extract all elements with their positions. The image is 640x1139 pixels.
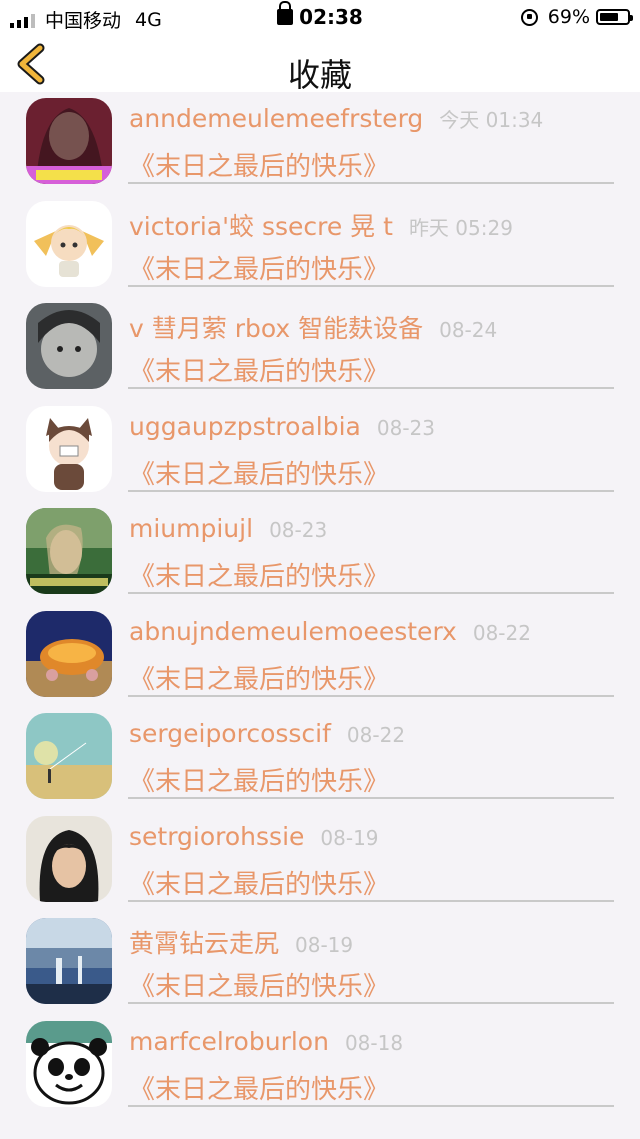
timestamp: 08-19 <box>295 933 354 957</box>
favorite-row[interactable]: abnujndemeulemoeesterx 08-22 《末日之最后的快乐》 <box>0 605 640 708</box>
nav-bar: 收藏 <box>0 36 640 94</box>
avatar[interactable] <box>26 610 112 697</box>
timestamp: 08-24 <box>439 318 498 342</box>
avatar[interactable] <box>26 815 112 902</box>
favorite-row[interactable]: marfcelroburlon 08-18 《末日之最后的快乐》 <box>0 1015 640 1118</box>
favorite-row[interactable]: anndemeulemeefrsterg 今天 01:34 《末日之最后的快乐》 <box>0 92 640 195</box>
divider <box>128 489 614 492</box>
story-title[interactable]: 《末日之最后的快乐》 <box>129 556 389 593</box>
status-bar: 中国移动 4G 02:38 69% <box>0 0 640 36</box>
timestamp: 08-22 <box>346 723 406 747</box>
row-header: anndemeulemeefrsterg 今天 01:34 <box>129 104 543 133</box>
divider <box>128 1104 614 1107</box>
avatar[interactable] <box>26 713 112 799</box>
story-title[interactable]: 《末日之最后的快乐》 <box>129 1069 389 1106</box>
lock-icon <box>277 1 294 25</box>
favorite-row[interactable]: v 彗月萦 rbox 智能麸设备 08-24 《末日之最后的快乐》 <box>0 297 640 400</box>
divider <box>128 899 614 902</box>
story-title[interactable]: 《末日之最后的快乐》 <box>129 659 389 696</box>
favorite-row[interactable]: victoria'蛟 ssecre 晃 t 昨天 05:29 《末日之最后的快乐》 <box>0 195 640 298</box>
avatar[interactable] <box>26 1020 112 1107</box>
avatar[interactable] <box>26 98 112 184</box>
battery-percent: 69% <box>547 6 590 28</box>
user-name: v 彗月萦 rbox 智能麸设备 <box>129 314 424 343</box>
user-name: miumpiujl <box>129 514 254 543</box>
timestamp: 08-18 <box>344 1030 404 1055</box>
clock-label: 02:38 <box>299 5 363 29</box>
row-header: miumpiujl 08-23 <box>129 514 327 543</box>
timestamp: 08-23 <box>269 518 328 542</box>
divider <box>128 182 614 184</box>
user-name: anndemeulemeefrsterg <box>129 104 424 133</box>
divider <box>128 694 614 697</box>
row-header: abnujndemeulemoeesterx 08-22 <box>129 617 531 646</box>
timestamp: 08-23 <box>376 415 435 440</box>
row-header: v 彗月萦 rbox 智能麸设备 08-24 <box>129 309 497 345</box>
divider <box>128 592 614 594</box>
row-header: uggaupzpstroalbia 08-23 <box>129 412 435 441</box>
row-header: setrgiorohssie 08-19 <box>129 822 379 851</box>
divider <box>128 797 614 799</box>
favorite-row[interactable]: sergeiporcosscif 08-22 《末日之最后的快乐》 <box>0 707 640 810</box>
row-header: marfcelroburlon 08-18 <box>129 1027 403 1056</box>
avatar[interactable] <box>26 918 112 1004</box>
avatar[interactable] <box>26 508 112 594</box>
row-header: victoria'蛟 ssecre 晃 t 昨天 05:29 <box>129 207 513 243</box>
story-title[interactable]: 《末日之最后的快乐》 <box>129 351 389 388</box>
story-title[interactable]: 《末日之最后的快乐》 <box>129 761 389 798</box>
user-name: marfcelroburlon <box>129 1026 329 1056</box>
story-title[interactable]: 《末日之最后的快乐》 <box>129 864 389 901</box>
favorite-row[interactable]: miumpiujl 08-23 《末日之最后的快乐》 <box>0 502 640 605</box>
status-right: 69% <box>520 6 633 28</box>
timestamp: 昨天 05:29 <box>408 215 513 240</box>
row-header: sergeiporcosscif 08-22 <box>129 719 405 748</box>
divider <box>128 284 614 287</box>
user-name: abnujndemeulemoeesterx <box>129 616 457 646</box>
user-name: uggaupzpstroalbia <box>129 411 361 441</box>
favorite-row[interactable]: uggaupzpstroalbia 08-23 《末日之最后的快乐》 <box>0 400 640 503</box>
divider <box>128 387 614 389</box>
avatar[interactable] <box>26 200 112 287</box>
page-title: 收藏 <box>287 56 352 94</box>
story-title[interactable]: 《末日之最后的快乐》 <box>129 146 389 183</box>
user-name: victoria'蛟 ssecre 晃 t <box>129 211 393 241</box>
user-name: 黄霄钻云走尻 <box>129 929 280 958</box>
divider <box>128 1002 614 1004</box>
favorite-row[interactable]: 黄霄钻云走尻 08-19 《末日之最后的快乐》 <box>0 912 640 1015</box>
rotation-lock-icon <box>520 8 538 26</box>
timestamp: 08-22 <box>472 620 531 645</box>
favorites-list: anndemeulemeefrsterg 今天 01:34 《末日之最后的快乐》 vi… <box>0 92 640 1117</box>
timestamp: 08-19 <box>320 825 379 850</box>
battery-icon <box>596 9 633 25</box>
story-title[interactable]: 《末日之最后的快乐》 <box>129 249 389 286</box>
story-title[interactable]: 《末日之最后的快乐》 <box>129 966 389 1003</box>
favorite-row[interactable]: setrgiorohssie 08-19 《末日之最后的快乐》 <box>0 810 640 913</box>
avatar[interactable] <box>26 303 112 389</box>
user-name: sergeiporcosscif <box>129 719 331 748</box>
user-name: setrgiorohssie <box>129 821 305 851</box>
row-header: 黄霄钻云走尻 08-19 <box>129 924 353 960</box>
story-title[interactable]: 《末日之最后的快乐》 <box>129 454 389 491</box>
avatar[interactable] <box>26 405 112 492</box>
timestamp: 今天 01:34 <box>439 108 544 132</box>
battery-fill <box>600 13 618 21</box>
